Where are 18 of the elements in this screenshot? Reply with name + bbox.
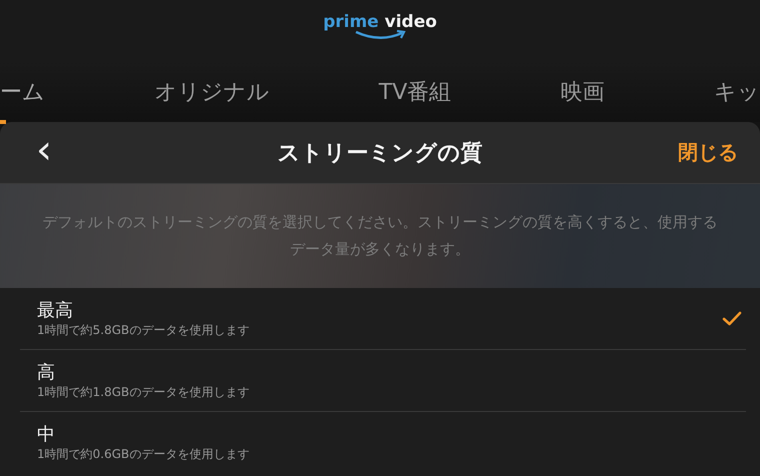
- nav-tab[interactable]: TV番組: [378, 62, 452, 122]
- quality-option[interactable]: 高 1時間で約1.8GBのデータを使用します: [20, 350, 746, 412]
- option-label: 高: [37, 362, 56, 384]
- quality-option[interactable]: 最高 1時間で約5.8GBのデータを使用します: [20, 288, 746, 350]
- sheet-title: ストリーミングの質: [276, 140, 484, 168]
- back-button[interactable]: ‹: [32, 130, 56, 176]
- option-label: 中: [37, 424, 56, 446]
- option-detail: 1時間で約0.6GBのデータを使用します: [37, 446, 250, 462]
- option-label: 最高: [37, 300, 74, 322]
- option-detail: 1時間で約1.8GBのデータを使用します: [37, 384, 250, 400]
- prime-video-logo: prime video: [323, 12, 437, 41]
- quality-option[interactable]: 中 1時間で約0.6GBのデータを使用します: [20, 412, 746, 473]
- nav-tab[interactable]: キッ: [714, 62, 760, 122]
- option-detail: 1時間で約5.8GBのデータを使用します: [37, 322, 250, 338]
- nav-tab[interactable]: オリジナル: [154, 62, 270, 122]
- nav-tab[interactable]: 映画: [560, 62, 605, 122]
- close-button[interactable]: 閉じる: [678, 139, 738, 166]
- nav-tab[interactable]: ーム: [0, 62, 45, 122]
